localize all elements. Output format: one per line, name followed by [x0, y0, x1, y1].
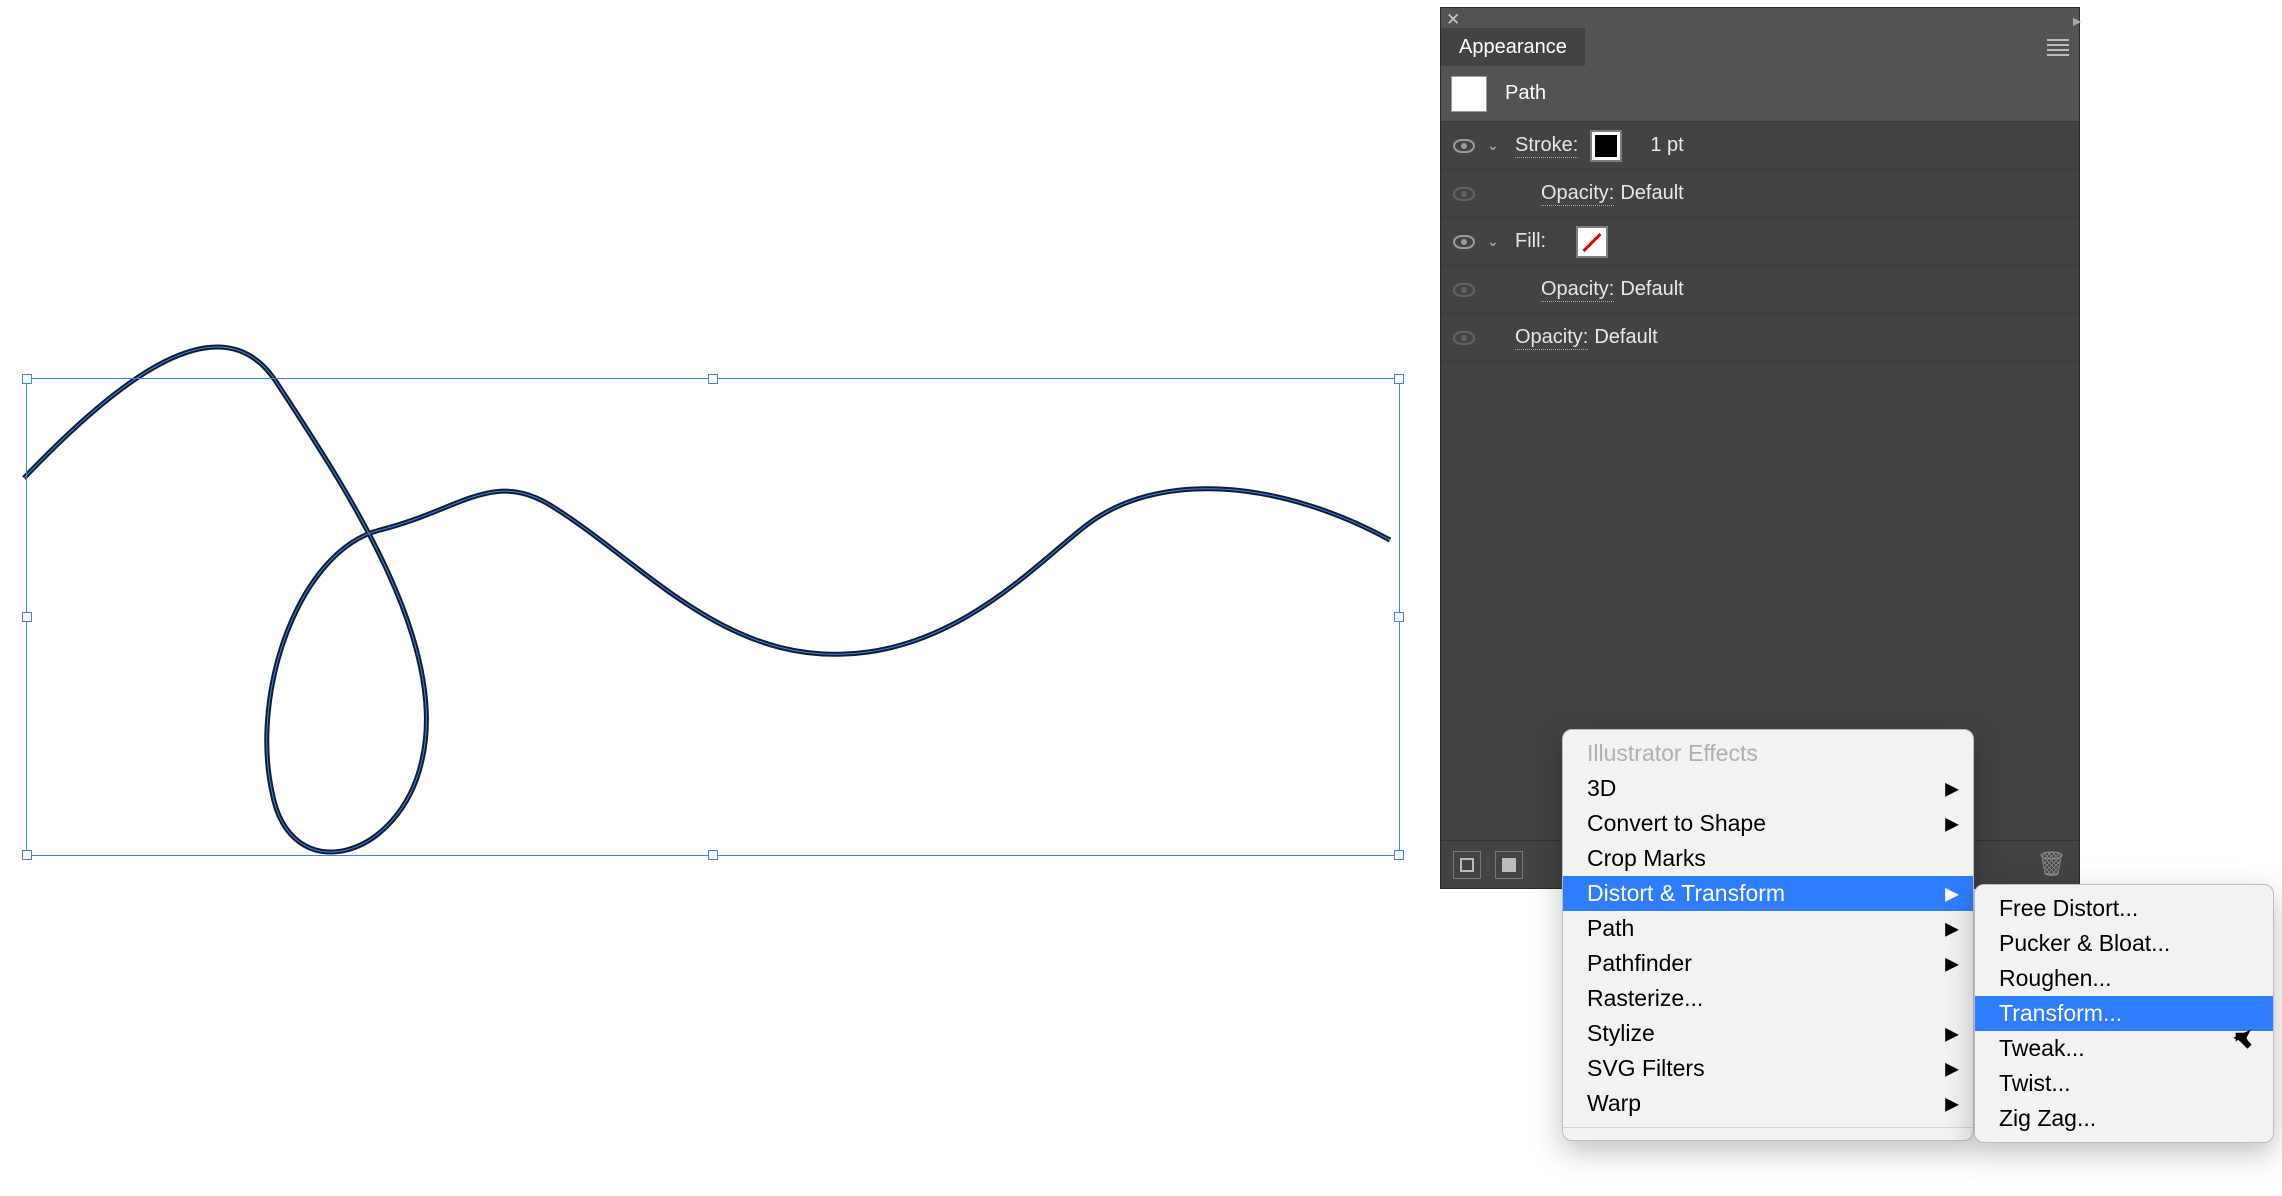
submenu-item-free-distort[interactable]: Free Distort...: [1975, 891, 2273, 926]
menu-item-distort-transform[interactable]: Distort & Transform▶: [1563, 876, 1973, 911]
submenu-item-pucker-bloat[interactable]: Pucker & Bloat...: [1975, 926, 2273, 961]
selection-type-row: Path: [1441, 66, 2079, 122]
resize-handle-nw[interactable]: [22, 374, 32, 384]
stroke-opacity-row[interactable]: Opacity: Default: [1441, 170, 2079, 218]
submenu-arrow-icon: ▶: [1945, 1093, 1959, 1114]
stroke-row[interactable]: ⌄ Stroke: 1 pt: [1441, 122, 2079, 170]
resize-handle-se[interactable]: [1394, 850, 1404, 860]
submenu-item-twist[interactable]: Twist...: [1975, 1066, 2273, 1101]
menu-item-convert-to-shape[interactable]: Convert to Shape▶: [1563, 806, 1973, 841]
effects-menu: Illustrator Effects3D▶Convert to Shape▶C…: [1562, 729, 1974, 1141]
canvas-area[interactable]: [0, 0, 1440, 900]
fill-label[interactable]: Fill:: [1515, 230, 1546, 253]
fill-color-swatch[interactable]: [1576, 226, 1608, 258]
appearance-tab[interactable]: Appearance: [1441, 28, 1585, 66]
stroke-weight-value[interactable]: 1 pt: [1650, 134, 1683, 157]
submenu-arrow-icon: ▶: [1945, 918, 1959, 939]
new-fill-button[interactable]: [1495, 851, 1523, 879]
menu-item-stylize[interactable]: Stylize▶: [1563, 1016, 1973, 1051]
resize-handle-s[interactable]: [708, 850, 718, 860]
resize-handle-ne[interactable]: [1394, 374, 1404, 384]
menu-item-path[interactable]: Path▶: [1563, 911, 1973, 946]
submenu-item-zig-zag[interactable]: Zig Zag...: [1975, 1101, 2273, 1136]
resize-handle-w[interactable]: [22, 612, 32, 622]
opacity-value: Default: [1620, 278, 1683, 301]
selection-swatch: [1451, 76, 1487, 112]
menu-item-rasterize[interactable]: Rasterize...: [1563, 981, 1973, 1016]
fill-row[interactable]: ⌄ Fill:: [1441, 218, 2079, 266]
object-opacity-row[interactable]: Opacity: Default: [1441, 314, 2079, 362]
submenu-item-transform[interactable]: Transform...: [1975, 996, 2273, 1031]
panel-header: Appearance: [1441, 28, 2079, 66]
submenu-item-roughen[interactable]: Roughen...: [1975, 961, 2273, 996]
selection-type-label: Path: [1505, 82, 1546, 105]
submenu-arrow-icon: ▶: [1945, 813, 1959, 834]
stroke-color-swatch[interactable]: [1590, 130, 1622, 162]
visibility-icon[interactable]: [1453, 139, 1475, 153]
visibility-icon[interactable]: [1453, 187, 1475, 201]
submenu-arrow-icon: ▶: [1945, 1023, 1959, 1044]
close-icon[interactable]: ✕: [1446, 10, 1460, 30]
stroke-label[interactable]: Stroke:: [1515, 134, 1578, 158]
delete-icon[interactable]: 🗑: [2037, 850, 2067, 879]
resize-handle-sw[interactable]: [22, 850, 32, 860]
new-stroke-button[interactable]: [1453, 851, 1481, 879]
opacity-label[interactable]: Opacity:: [1515, 326, 1588, 350]
submenu-arrow-icon: ▶: [1945, 953, 1959, 974]
menu-item-warp[interactable]: Warp▶: [1563, 1086, 1973, 1121]
menu-header: Illustrator Effects: [1563, 736, 1973, 771]
submenu-arrow-icon: ▶: [1945, 778, 1959, 799]
opacity-label[interactable]: Opacity:: [1541, 182, 1614, 206]
visibility-icon[interactable]: [1453, 235, 1475, 249]
visibility-icon[interactable]: [1453, 283, 1475, 297]
submenu-arrow-icon: ▶: [1945, 1058, 1959, 1079]
opacity-value: Default: [1620, 182, 1683, 205]
menu-item-3d[interactable]: 3D▶: [1563, 771, 1973, 806]
menu-item-pathfinder[interactable]: Pathfinder▶: [1563, 946, 1973, 981]
menu-item-svg-filters[interactable]: SVG Filters▶: [1563, 1051, 1973, 1086]
submenu-item-tweak[interactable]: Tweak...: [1975, 1031, 2273, 1066]
panel-menu-icon[interactable]: [2047, 39, 2069, 56]
selection-bounding-box[interactable]: [26, 378, 1400, 856]
disclosure-icon[interactable]: ⌄: [1487, 137, 1515, 154]
resize-handle-n[interactable]: [708, 374, 718, 384]
visibility-icon[interactable]: [1453, 331, 1475, 345]
opacity-value: Default: [1594, 326, 1657, 349]
disclosure-icon[interactable]: ⌄: [1487, 233, 1515, 250]
submenu-arrow-icon: ▶: [1945, 883, 1959, 904]
distort-transform-submenu: Free Distort...Pucker & Bloat...Roughen.…: [1974, 884, 2274, 1143]
panel-top-bar: ✕ ▸▸: [1441, 8, 2079, 28]
opacity-label[interactable]: Opacity:: [1541, 278, 1614, 302]
fill-opacity-row[interactable]: Opacity: Default: [1441, 266, 2079, 314]
menu-item-crop-marks[interactable]: Crop Marks: [1563, 841, 1973, 876]
menu-separator: [1563, 1127, 1973, 1128]
resize-handle-e[interactable]: [1394, 612, 1404, 622]
